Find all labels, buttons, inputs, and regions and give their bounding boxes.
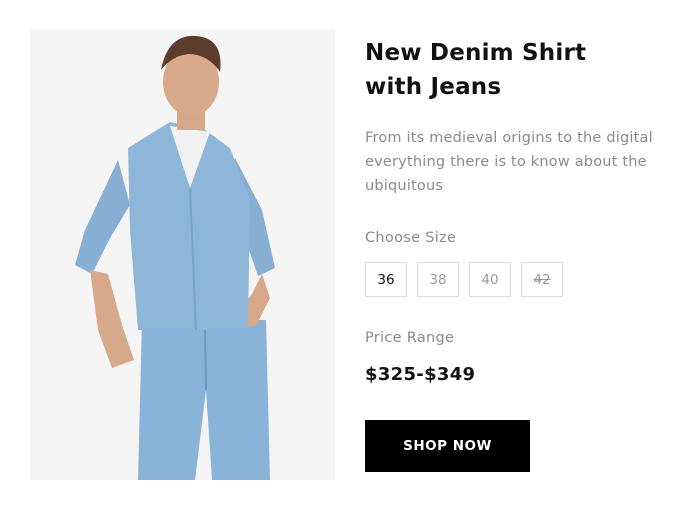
size-label: Choose Size	[365, 230, 457, 246]
size-option-36[interactable]: 36	[365, 262, 407, 297]
size-options: 36 38 40 42	[365, 262, 573, 297]
size-option-42[interactable]: 42	[521, 262, 563, 297]
price-label: Price Range	[365, 330, 455, 346]
model-illustration	[75, 35, 275, 480]
product-info: New Denim Shirt with Jeans From its medi…	[365, 36, 665, 472]
product-description: From its medieval origins to the digital…	[365, 130, 653, 194]
size-option-40[interactable]: 40	[469, 262, 511, 297]
product-title: New Denim Shirt with Jeans	[365, 40, 587, 100]
shop-now-button[interactable]: SHOP NOW	[365, 420, 530, 472]
size-option-38[interactable]: 38	[417, 262, 459, 297]
price-value: $325-$349	[365, 364, 476, 385]
product-image	[30, 30, 335, 480]
